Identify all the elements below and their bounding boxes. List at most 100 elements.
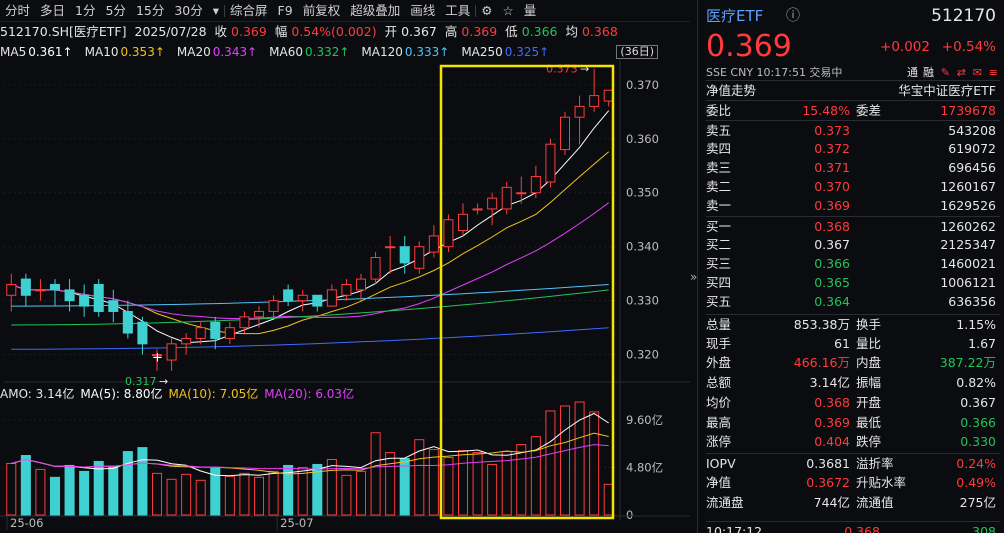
fund-stat-value: 275亿	[959, 494, 996, 510]
quote-row: 净值 0.3672 升贴水率 0.49%	[706, 473, 1000, 492]
ma-legend: MA5 0.361↑ MA10 0.353↑ MA20 0.343↑ MA60 0.332↑ M…	[0, 42, 690, 62]
close-label: 收	[214, 24, 228, 39]
fund-stat-label: 升贴水率	[856, 474, 907, 490]
toolbar-item[interactable]: ⚙	[476, 0, 497, 22]
ask-label: 卖四	[706, 141, 732, 156]
volume-bar	[326, 459, 337, 516]
kline-panel: 分时 多日 1分 5分 15分 30分 ▾ 综合屏 F9 前复权 超级叠加 画线 工具 ⚙ ☆ 量 51217…	[0, 0, 690, 533]
toolbar-item[interactable]: 30分	[169, 0, 207, 22]
candle-body	[559, 116, 571, 151]
ask-price: 0.369	[814, 198, 850, 213]
stat-value: 0.404	[814, 434, 850, 450]
candle-body	[457, 213, 469, 232]
candle-body	[312, 294, 323, 307]
toolbar-item[interactable]: 工具	[440, 0, 475, 22]
bar-date: 2025/07/28	[134, 24, 207, 39]
amo-legend: AMO: 3.14亿 MA(5): 8.80亿 MA(10): 7.05亿 MA(20…	[0, 386, 360, 402]
expand-arrow-icon[interactable]: »	[690, 270, 700, 284]
fund-stat-label: IOPV	[706, 455, 736, 471]
volume-bar	[589, 411, 600, 516]
bid-qty: 2125347	[940, 237, 996, 252]
quote-row: 0.369 +0.002 +0.54%	[706, 30, 1000, 64]
candle-body	[268, 300, 279, 312]
toolbar-item[interactable]: 多日	[35, 0, 70, 22]
quote-row: 卖四 0.372 619072	[706, 139, 1000, 158]
price-tick-label: 0.320	[626, 348, 659, 362]
toolbar-item[interactable]: F9	[273, 0, 298, 22]
candle-body	[108, 300, 119, 312]
volume-tick-label: 9.60亿	[626, 413, 663, 427]
quote-row: 流通盘 744亿 流通值 275亿	[706, 493, 1000, 512]
toolbar-item[interactable]: 1分	[70, 0, 100, 22]
open-label: 开	[384, 24, 398, 39]
ma-legend-item: MA10 0.353↑	[85, 45, 171, 59]
stat-value: 0.368	[814, 394, 850, 410]
time-tick-label: 25-07	[280, 516, 313, 530]
toolbar-item[interactable]: ▾	[208, 0, 224, 22]
low-label: 低	[505, 24, 518, 39]
last-trade-time: 10:17:12	[706, 524, 763, 533]
candle-body	[589, 95, 600, 107]
toolbar-item[interactable]: 量	[519, 0, 542, 22]
ma-legend-item: MA120 0.333↑	[361, 45, 455, 59]
price-tick-label: 0.340	[626, 240, 659, 254]
ma-value: 0.333↑	[404, 45, 450, 59]
candle-body	[545, 143, 556, 183]
chart-toolbar: 分时 多日 1分 5分 15分 30分 ▾ 综合屏 F9 前复权 超级叠加 画线 工具 ⚙ ☆ 量	[0, 0, 690, 22]
avg-value: 0.368	[581, 24, 618, 39]
ask-qty: 1629526	[940, 198, 996, 213]
toolbar-item[interactable]: 5分	[100, 0, 130, 22]
stat-label: 总量	[706, 317, 732, 332]
ma-label: MA120	[361, 45, 403, 59]
candle-body	[574, 105, 585, 118]
volume-bar	[487, 463, 498, 516]
ask-qty: 1260167	[940, 179, 996, 194]
quote-row: IOPV 0.3681 溢折率 0.24%	[706, 452, 1000, 472]
quote-row: 委比 15.48% 委差 1739678	[706, 100, 1000, 119]
quote-row: 买四 0.365 1006121	[706, 273, 1000, 292]
candle-body	[516, 192, 527, 195]
high-marker-label: 0.373	[546, 63, 578, 76]
volume-bar	[428, 449, 439, 516]
ask-price: 0.373	[814, 123, 850, 138]
quote-row: 均价 0.368 开盘 0.367	[706, 393, 1000, 412]
toolbar-item[interactable]: 综合屏	[225, 0, 273, 22]
days-badge[interactable]: (36日)	[616, 45, 658, 59]
volume-bar	[108, 465, 119, 516]
price-tick-label: 0.370	[626, 78, 659, 92]
volume-bar	[559, 405, 571, 516]
toolbar-item[interactable]: 画线	[405, 0, 440, 22]
quote-row: 总额 3.14亿 振幅 0.82%	[706, 373, 1000, 392]
volume-bar	[20, 455, 31, 516]
bid-label: 买二	[706, 237, 732, 252]
open-value: 0.367	[401, 24, 437, 39]
ma-label: MA5	[0, 45, 27, 59]
amo-legend-item: MA(10): 7.05亿	[168, 387, 259, 401]
stat-value: 0.366	[960, 414, 996, 430]
ma-label: MA20	[176, 45, 211, 59]
bid-qty: 1006121	[940, 275, 996, 290]
toolbar-item[interactable]: 前复权	[298, 0, 346, 22]
kline-chart[interactable]: 0.370 0.360 0.350 0.340 0.330 0.320 9.60亿 4.80亿…	[0, 60, 690, 530]
ma-value: 0.343↑	[212, 45, 258, 59]
volume-tick-label: 0	[626, 508, 633, 522]
fund-stat-label: 净值	[706, 474, 732, 490]
quote-row: 买五 0.364 636356	[706, 292, 1000, 311]
ask-price: 0.371	[814, 160, 850, 175]
volume-tick-label: 4.80亿	[626, 460, 663, 474]
high-value: 0.369	[461, 24, 498, 39]
ask-label: 卖五	[706, 123, 732, 138]
quote-row: 卖五 0.373 543208	[706, 120, 1000, 139]
volume-bar	[341, 474, 352, 516]
stat-value: 0.369	[814, 414, 850, 430]
bid-price: 0.364	[814, 294, 850, 309]
toolbar-item[interactable]: 超级叠加	[345, 0, 405, 22]
toolbar-item[interactable]: 15分	[131, 0, 169, 22]
last-trade-qty: 308	[972, 524, 996, 533]
ask-qty: 543208	[948, 123, 996, 138]
fund-stat-value: 0.49%	[956, 474, 996, 490]
volume-bar	[385, 452, 396, 516]
candle-body	[297, 294, 308, 302]
toolbar-item[interactable]: ☆	[497, 0, 518, 22]
toolbar-item[interactable]: 分时	[0, 0, 35, 22]
